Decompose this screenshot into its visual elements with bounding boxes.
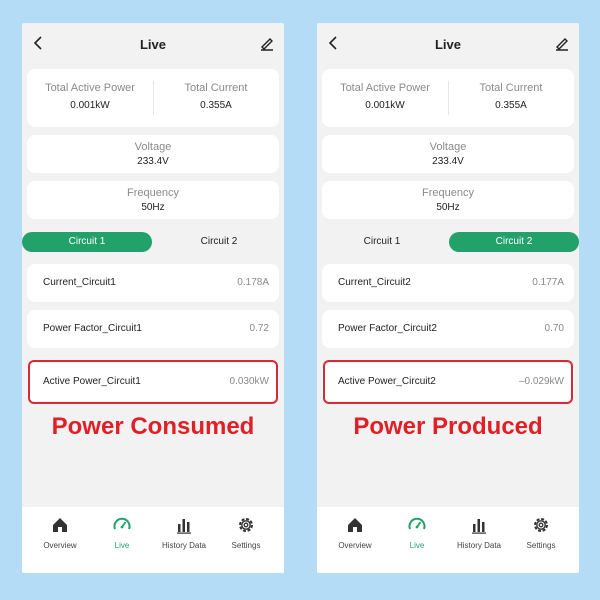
bar-chart-icon bbox=[472, 519, 486, 534]
voltage-card: Voltage 233.4V bbox=[27, 135, 279, 173]
nav-label: Overview bbox=[43, 541, 77, 550]
caption: Power Consumed bbox=[51, 413, 255, 440]
nav-item-settings[interactable]: Settings bbox=[511, 515, 571, 550]
frequency-card: Frequency 50Hz bbox=[322, 181, 574, 219]
nav-label: Live bbox=[114, 541, 130, 550]
nav-label: History Data bbox=[161, 541, 206, 550]
row-value: 0.72 bbox=[249, 323, 269, 334]
page-title: Live bbox=[139, 37, 166, 52]
highlight-box bbox=[323, 360, 573, 404]
totals-card: Total Active Power 0.001kW Total Current… bbox=[27, 69, 279, 127]
bottom-nav: Overview Live History Data Settings bbox=[317, 507, 579, 573]
highlight-box bbox=[28, 360, 278, 404]
list-item-current: Current_Circuit2 0.177A bbox=[322, 264, 574, 302]
top-bar: Live bbox=[22, 23, 284, 65]
total-current: Total Current 0.355A bbox=[153, 69, 279, 127]
nav-label: Settings bbox=[526, 541, 556, 550]
gauge-icon bbox=[408, 517, 426, 530]
row-label: Power Factor_Circuit1 bbox=[43, 323, 142, 334]
top-bar: Live bbox=[317, 23, 579, 65]
caption: Power Produced bbox=[353, 413, 543, 440]
row-value: 0.177A bbox=[532, 277, 564, 288]
nav-label: Settings bbox=[231, 541, 261, 550]
total-active-power-label: Total Active Power bbox=[45, 82, 135, 94]
nav-item-live[interactable]: Live bbox=[92, 515, 152, 550]
voltage-label: Voltage bbox=[429, 141, 467, 153]
edit-icon[interactable] bbox=[258, 35, 276, 53]
total-current-value: 0.355A bbox=[495, 100, 527, 111]
row-label: Current_Circuit2 bbox=[338, 277, 411, 288]
nav-label: Overview bbox=[338, 541, 372, 550]
tab-circuit-1[interactable]: Circuit 1 bbox=[317, 232, 447, 252]
total-current-label: Total Current bbox=[184, 82, 248, 94]
frequency-label: Frequency bbox=[422, 187, 474, 199]
total-active-power-value: 0.001kW bbox=[70, 100, 110, 111]
list-item-power-factor: Power Factor_Circuit2 0.70 bbox=[322, 310, 574, 348]
total-current-value: 0.355A bbox=[200, 100, 232, 111]
page-title: Live bbox=[434, 37, 461, 52]
gauge-icon bbox=[113, 517, 131, 530]
frequency-card: Frequency 50Hz bbox=[27, 181, 279, 219]
row-label: Power Factor_Circuit2 bbox=[338, 323, 437, 334]
nav-label: History Data bbox=[456, 541, 501, 550]
phone-screen-right: Live Total Active Power 0.001kW Total Cu… bbox=[317, 23, 579, 573]
list-item-power-factor: Power Factor_Circuit1 0.72 bbox=[27, 310, 279, 348]
nav-item-live[interactable]: Live bbox=[387, 515, 447, 550]
total-current: Total Current 0.355A bbox=[448, 69, 574, 127]
nav-item-history[interactable]: History Data bbox=[154, 515, 214, 550]
nav-item-history[interactable]: History Data bbox=[449, 515, 509, 550]
frequency-value: 50Hz bbox=[436, 202, 460, 213]
tab-circuit-2[interactable]: Circuit 2 bbox=[449, 232, 579, 252]
circuit-tabs: Circuit 1 Circuit 2 bbox=[317, 232, 579, 254]
gear-icon bbox=[239, 518, 253, 532]
total-active-power: Total Active Power 0.001kW bbox=[27, 69, 153, 127]
total-active-power-label: Total Active Power bbox=[340, 82, 430, 94]
total-active-power-value: 0.001kW bbox=[365, 100, 405, 111]
list-item-current: Current_Circuit1 0.178A bbox=[27, 264, 279, 302]
circuit-tabs: Circuit 1 Circuit 2 bbox=[22, 232, 284, 254]
home-icon bbox=[348, 518, 362, 532]
nav-item-overview[interactable]: Overview bbox=[325, 515, 385, 550]
gear-icon bbox=[534, 518, 548, 532]
bottom-nav: Overview Live History Data Settings bbox=[22, 507, 284, 573]
row-value: 0.178A bbox=[237, 277, 269, 288]
voltage-value: 233.4V bbox=[432, 156, 464, 167]
edit-icon[interactable] bbox=[553, 35, 571, 53]
nav-item-settings[interactable]: Settings bbox=[216, 515, 276, 550]
tab-circuit-1[interactable]: Circuit 1 bbox=[22, 232, 152, 252]
bar-chart-icon bbox=[177, 519, 191, 534]
voltage-label: Voltage bbox=[134, 141, 172, 153]
total-active-power: Total Active Power 0.001kW bbox=[322, 69, 448, 127]
row-label: Current_Circuit1 bbox=[43, 277, 116, 288]
nav-item-overview[interactable]: Overview bbox=[30, 515, 90, 550]
frequency-label: Frequency bbox=[127, 187, 179, 199]
frequency-value: 50Hz bbox=[141, 202, 165, 213]
voltage-card: Voltage 233.4V bbox=[322, 135, 574, 173]
totals-card: Total Active Power 0.001kW Total Current… bbox=[322, 69, 574, 127]
phone-screen-left: Live Total Active Power 0.001kW Total Cu… bbox=[22, 23, 284, 573]
nav-label: Live bbox=[409, 541, 425, 550]
total-current-label: Total Current bbox=[479, 82, 543, 94]
home-icon bbox=[53, 518, 67, 532]
tab-circuit-2[interactable]: Circuit 2 bbox=[154, 232, 284, 252]
voltage-value: 233.4V bbox=[137, 156, 169, 167]
row-value: 0.70 bbox=[544, 323, 564, 334]
